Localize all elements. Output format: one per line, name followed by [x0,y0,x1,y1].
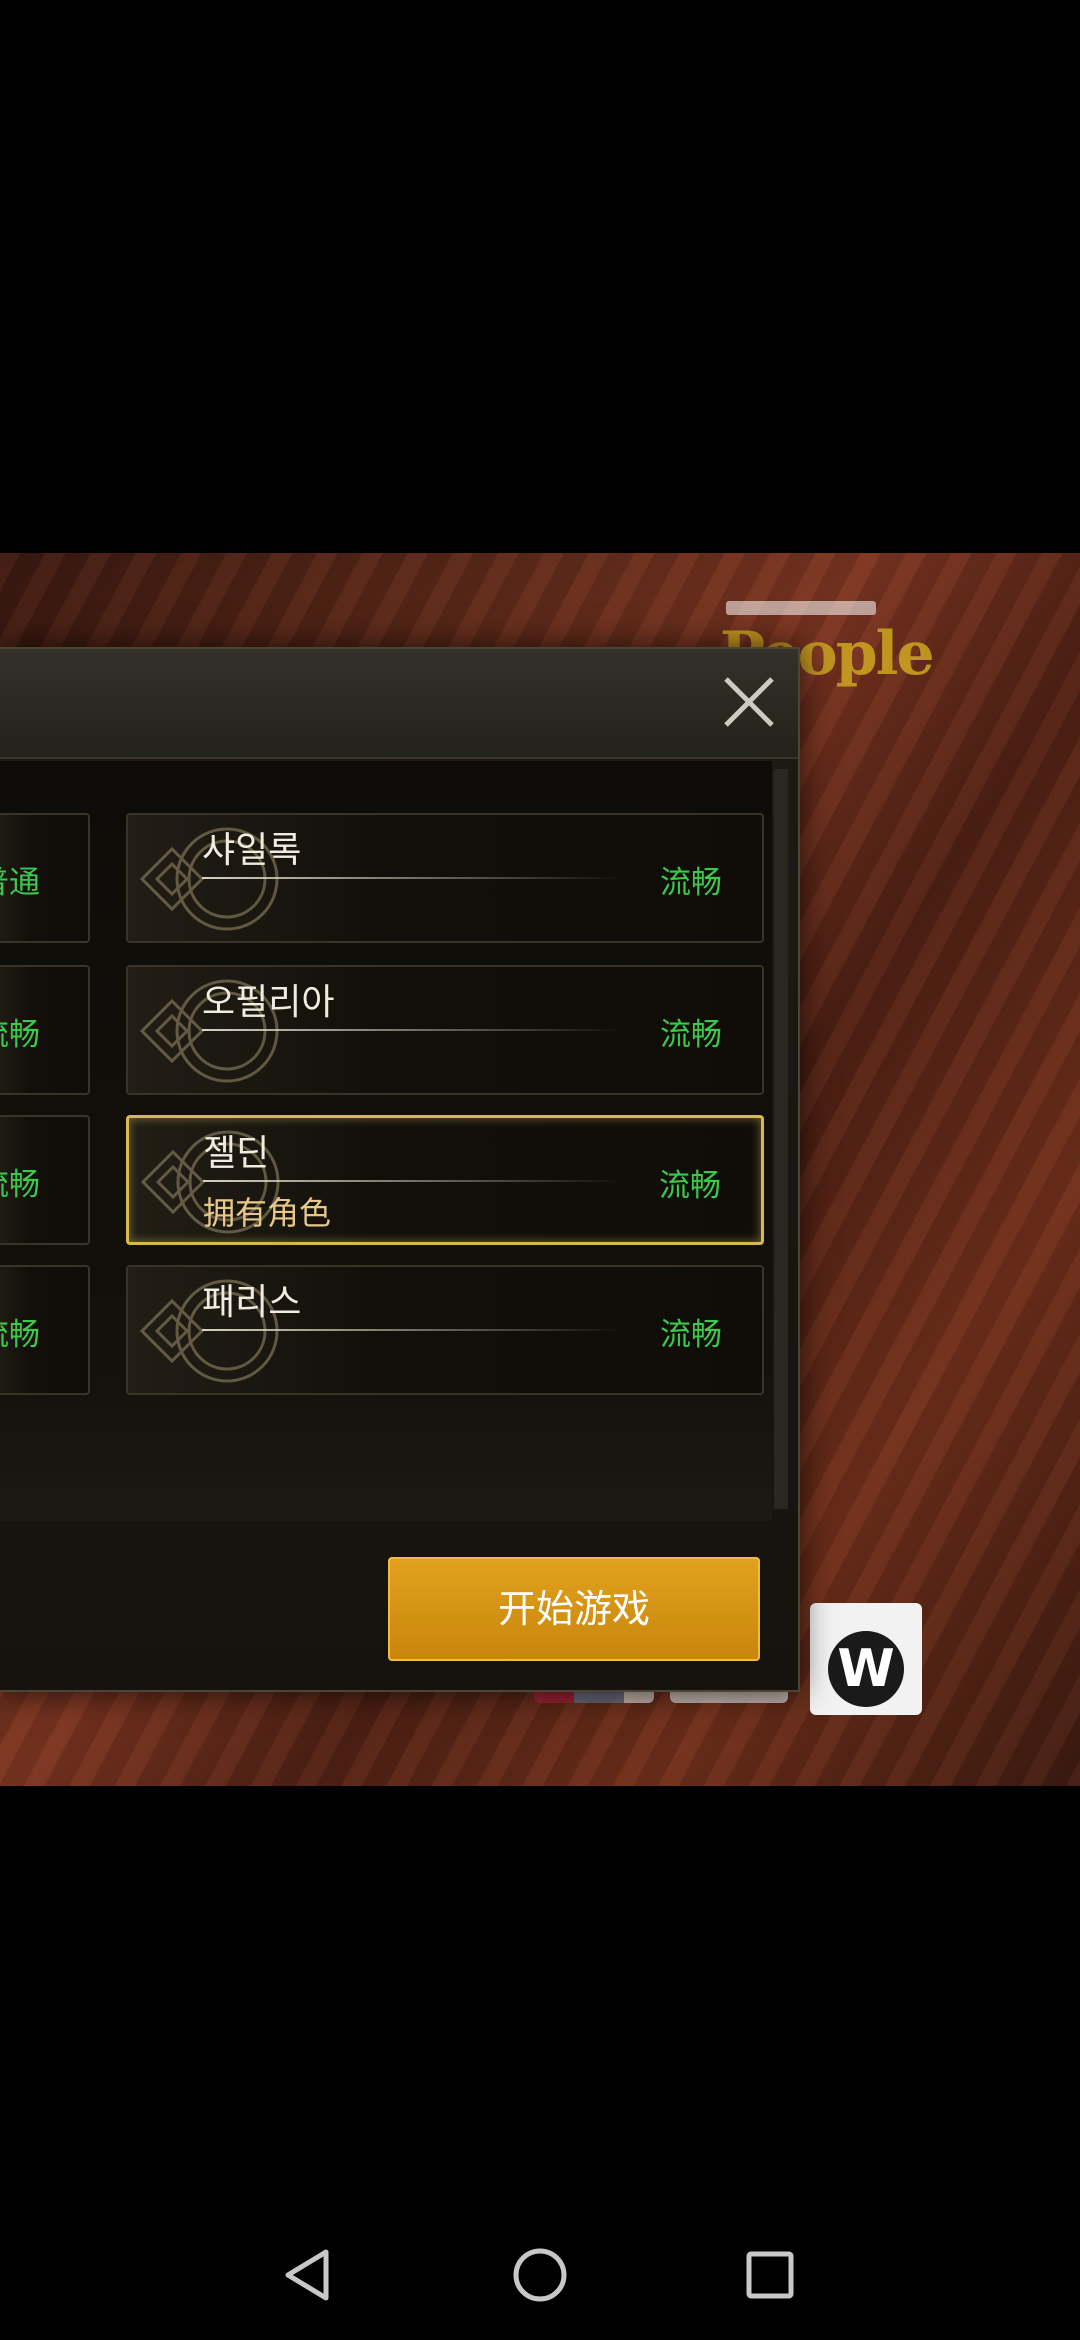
server-item-ophelia[interactable]: 오필리아 流畅 [126,965,764,1095]
server-name: 오필리아 [202,982,335,1023]
scrollbar[interactable] [774,769,788,1509]
server-status: 流畅 [0,1317,40,1353]
owned-character-label: 拥有角色 [203,1194,332,1232]
back-button[interactable] [274,2240,344,2310]
server-item-zeldin[interactable]: 젤딘 拥有角色 流畅 [126,1115,764,1245]
home-button[interactable] [505,2240,575,2310]
close-icon[interactable] [716,669,782,735]
server-status: 流畅 [659,1168,721,1204]
server-name: 젤딘 [203,1133,270,1174]
server-item-paris[interactable]: 패리스 流畅 [126,1265,764,1395]
server-item[interactable]: 流畅 [0,1265,90,1395]
server-item[interactable]: 流畅 [0,1115,90,1245]
divider [203,1180,623,1182]
server-status: 流畅 [0,1167,40,1203]
recents-button[interactable] [735,2240,805,2310]
dialog-header [0,649,798,759]
start-game-button[interactable]: 开始游戏 [388,1557,760,1661]
server-status: 流畅 [660,1317,722,1353]
server-status: 流畅 [660,865,722,901]
navigation-bar [0,2204,1080,2340]
server-item[interactable]: 普通 [0,813,90,943]
server-status: 流畅 [660,1017,722,1053]
server-list[interactable]: 普通 流畅 流畅 流畅 샤일록 流畅 [0,761,772,1521]
server-name: 패리스 [202,1282,302,1323]
close-button[interactable] [716,669,782,735]
server-status: 流畅 [0,1017,40,1053]
recents-icon[interactable] [735,2240,805,2310]
server-item[interactable]: 流畅 [0,965,90,1095]
rating-badge-letter: W [828,1631,904,1707]
logo-tagline [726,601,876,615]
rating-badge-content: W [810,1603,922,1715]
home-icon[interactable] [505,2240,575,2310]
divider [202,1029,622,1031]
server-item-shylock[interactable]: 샤일록 流畅 [126,813,764,943]
server-name: 샤일록 [202,830,302,871]
server-select-dialog: 普通 流畅 流畅 流畅 샤일록 流畅 [0,647,800,1692]
divider [202,1329,622,1331]
server-status: 普通 [0,865,40,901]
back-icon[interactable] [274,2240,344,2310]
divider [202,877,622,879]
